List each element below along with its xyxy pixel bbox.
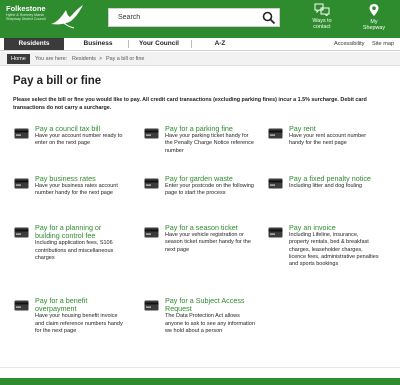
payment-option: Pay for a parking fine Have your parking … (144, 124, 256, 155)
payment-option-description: Have your business rates account number … (35, 183, 118, 197)
divider (0, 367, 400, 368)
payment-option-description: Have your rent account number handy for … (289, 133, 367, 147)
payment-option-link[interactable]: Pay a council tax bill (35, 124, 126, 133)
payment-option: Pay for a planning or building control f… (14, 223, 126, 262)
payment-option-description: Including Lifeline, insurance, property … (289, 232, 379, 268)
payment-option-link[interactable]: Pay for a season ticket (165, 223, 256, 232)
contact-label-2: contact (313, 24, 331, 30)
breadcrumb: Home You are here: Residents > Pay a bil… (0, 52, 400, 66)
breadcrumb-residents[interactable]: Residents (72, 54, 96, 64)
credit-card-icon (14, 298, 29, 311)
speech-bubbles-icon (314, 3, 330, 16)
credit-card-icon (144, 225, 159, 238)
search-icon[interactable] (262, 11, 276, 25)
payment-option-description: Have your account number ready to enter … (35, 133, 123, 147)
nav-divider (128, 40, 129, 48)
payment-option-description: Including litter and dog fouling (289, 183, 363, 190)
search-input[interactable] (109, 9, 259, 26)
credit-card-icon (14, 176, 29, 189)
nav-your-council[interactable]: Your Council (130, 38, 188, 50)
breadcrumb-current: Pay a bill or fine (106, 56, 145, 62)
credit-card-icon (144, 126, 159, 139)
payment-option-description: Including application fees, S106 contrib… (35, 240, 114, 261)
payment-option: Pay for garden waste Enter your postcode … (144, 174, 256, 198)
nav-a-z[interactable]: A-Z (194, 38, 246, 50)
payment-option-description: Enter your postcode on the following pag… (165, 183, 254, 197)
ways-to-contact-link[interactable]: Ways to contact (300, 3, 344, 37)
payment-option: Pay for a benefit overpayment Have your h… (14, 296, 126, 335)
payment-option: Pay for a Subject Access Request The Data… (144, 296, 256, 335)
credit-card-icon (144, 176, 159, 189)
payment-option-link[interactable]: Pay a fixed penalty notice (289, 174, 380, 183)
payment-option-link[interactable]: Pay an invoice (289, 223, 380, 232)
nav-divider (191, 40, 192, 48)
credit-card-icon (14, 225, 29, 238)
credit-card-icon (268, 126, 283, 139)
payment-option: Pay business rates Have your business rat… (14, 174, 126, 198)
payment-option: Pay an invoice Including Lifeline, insura… (268, 223, 380, 268)
payment-option: Pay rent Have your rent account number ha… (268, 124, 380, 148)
site-header: Folkestone Hythe & Romney Marsh Shepway … (0, 0, 400, 38)
bird-logo-icon (51, 5, 83, 29)
payment-option-description: The Data Protection Act allows anyone to… (165, 313, 255, 334)
payment-option-link[interactable]: Pay for a parking fine (165, 124, 256, 133)
payment-option: Pay a council tax bill Have your account … (14, 124, 126, 148)
breadcrumb-separator: > (99, 56, 103, 62)
map-label-2: Shepway (362, 25, 386, 31)
payment-option-link[interactable]: Pay rent (289, 124, 380, 133)
payment-option-description: Have your vehicle registration or season… (165, 232, 251, 253)
intro-text: Please select the bill or fine you would… (13, 97, 367, 111)
council-logo[interactable]: Folkestone Hythe & Romney Marsh Shepway … (6, 4, 86, 34)
credit-card-icon (268, 225, 283, 238)
payment-option-link[interactable]: Pay for a planning or building control f… (35, 223, 126, 240)
breadcrumb-prefix: You are here: (35, 56, 68, 62)
map-pin-icon (369, 4, 379, 16)
payment-option-link[interactable]: Pay for garden waste (165, 174, 256, 183)
nav-business[interactable]: Business (70, 38, 126, 50)
site-map-link[interactable]: Site map (372, 38, 394, 50)
payment-option: Pay for a season ticket Have your vehicle… (144, 223, 256, 254)
credit-card-icon (14, 126, 29, 139)
payment-option: Pay a fixed penalty notice Including litt… (268, 174, 380, 190)
payment-option-link[interactable]: Pay business rates (35, 174, 126, 183)
credit-card-icon (268, 176, 283, 189)
my-shepway-link[interactable]: My Shepway (352, 3, 396, 37)
search-box (108, 8, 280, 27)
payment-option-description: Have your parking ticket handy for the P… (165, 133, 254, 154)
breadcrumb-home[interactable]: Home (7, 54, 30, 64)
payment-option-link[interactable]: Pay for a Subject Access Request (165, 296, 256, 313)
page-title: Pay a bill or fine (13, 75, 102, 87)
main-nav: Residents Business Your Council A-Z Acce… (0, 38, 400, 51)
footer-bar (0, 378, 400, 385)
nav-residents[interactable]: Residents (4, 38, 64, 50)
credit-card-icon (144, 298, 159, 311)
accessibility-link[interactable]: Accessibility (334, 38, 364, 50)
payment-option-description: Have your housing benefit invoice and cl… (35, 313, 123, 334)
payment-option-link[interactable]: Pay for a benefit overpayment (35, 296, 126, 313)
